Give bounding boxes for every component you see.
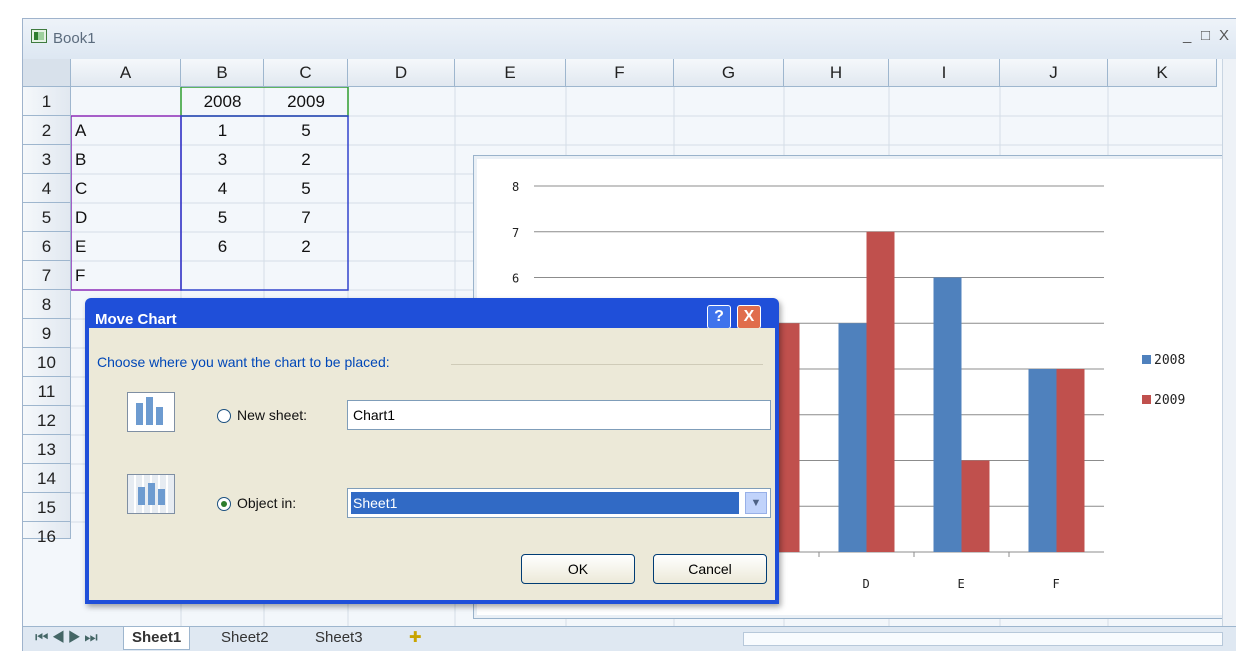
legend-swatch-2009 [1142,395,1151,404]
sheet-nav-arrows[interactable]: ⏮◀▶⏭ [27,627,109,649]
row-header-7[interactable]: 7 [23,261,71,290]
title-bar: Book1 _ □ X [23,19,1236,59]
cell-a5[interactable]: D [75,203,175,232]
cell-b1[interactable]: 2008 [181,87,264,116]
column-header-d[interactable]: D [348,59,455,87]
window-title: Book1 [53,30,96,47]
bar-2008-D [838,323,867,552]
insert-sheet-icon[interactable]: ✚ [401,627,430,649]
row-header-14[interactable]: 14 [23,464,71,493]
object-in-radio[interactable] [217,497,231,511]
row-header-5[interactable]: 5 [23,203,71,232]
row-header-10[interactable]: 10 [23,348,71,377]
column-header-a[interactable]: A [71,59,181,87]
move-chart-dialog: Move Chart ? X Choose where you want the… [85,298,779,604]
select-all-corner[interactable] [23,59,71,87]
cell-c1[interactable]: 2009 [264,87,348,116]
vertical-scrollbar[interactable] [1222,59,1236,629]
cell-c2[interactable]: 5 [264,116,348,145]
bar-2008-F [1028,369,1057,552]
cell-a2[interactable]: A [75,116,175,145]
close-window-button[interactable]: X [1219,27,1229,44]
column-header-h[interactable]: H [784,59,889,87]
column-header-c[interactable]: C [264,59,348,87]
tab-sheet1[interactable]: Sheet1 [123,627,191,650]
column-header-k[interactable]: K [1108,59,1217,87]
x-tick-label: E [958,577,965,591]
ok-button[interactable]: OK [521,554,635,584]
row-header-12[interactable]: 12 [23,406,71,435]
cell-b5[interactable]: 5 [181,203,264,232]
row-header-11[interactable]: 11 [23,377,71,406]
legend-swatch-2008 [1142,355,1151,364]
column-header-i[interactable]: I [889,59,1000,87]
object-in-selected-value: Sheet1 [351,492,739,514]
group-divider [451,364,763,365]
horizontal-scrollbar[interactable] [743,632,1223,646]
y-tick-label: 6 [512,272,519,286]
chevron-down-icon[interactable]: ▼ [745,492,767,514]
new-sheet-radio[interactable] [217,409,231,423]
row-header-15[interactable]: 15 [23,493,71,522]
bar-2009-D [866,231,895,552]
new-sheet-label: New sheet: [237,407,308,423]
cell-b3[interactable]: 3 [181,145,264,174]
new-sheet-name-input[interactable]: Chart1 [347,400,771,430]
cell-c3[interactable]: 2 [264,145,348,174]
column-header-e[interactable]: E [455,59,566,87]
row-header-2[interactable]: 2 [23,116,71,145]
column-header-g[interactable]: G [674,59,784,87]
new-sheet-chart-icon [127,392,175,432]
object-in-label: Object in: [237,495,297,511]
column-header-b[interactable]: B [181,59,264,87]
row-header-9[interactable]: 9 [23,319,71,348]
column-header-f[interactable]: F [566,59,674,87]
y-tick-label: 7 [512,226,519,240]
row-header-8[interactable]: 8 [23,290,71,319]
row-header-13[interactable]: 13 [23,435,71,464]
minimize-button[interactable]: _ [1183,27,1191,44]
excel-workbook-icon [31,29,47,43]
placement-group-label: Choose where you want the chart to be pl… [97,354,390,370]
cell-b4[interactable]: 4 [181,174,264,203]
tab-sheet3[interactable]: Sheet3 [307,627,371,649]
cancel-button[interactable]: Cancel [653,554,767,584]
cell-a6[interactable]: E [75,232,175,261]
tab-sheet2[interactable]: Sheet2 [213,627,277,649]
cell-c6[interactable]: 2 [264,232,348,261]
column-header-j[interactable]: J [1000,59,1108,87]
cell-c5[interactable]: 7 [264,203,348,232]
cell-b2[interactable]: 1 [181,116,264,145]
y-tick-label: 8 [512,180,519,194]
bar-2009-E [961,460,990,552]
legend-label-2008: 2008 [1154,353,1185,368]
row-header-3[interactable]: 3 [23,145,71,174]
dialog-body: Choose where you want the chart to be pl… [89,328,775,600]
cell-a7[interactable]: F [75,261,175,290]
help-button[interactable]: ? [707,305,731,329]
legend-label-2009: 2009 [1154,393,1185,408]
x-tick-label: D [863,577,870,591]
cell-a3[interactable]: B [75,145,175,174]
cell-c4[interactable]: 5 [264,174,348,203]
cell-b6[interactable]: 6 [181,232,264,261]
dialog-close-button[interactable]: X [737,305,761,329]
sheet-tab-bar: ⏮◀▶⏭ Sheet1 Sheet2 Sheet3 ✚ [23,626,1236,651]
dialog-title: Move Chart [95,311,177,328]
object-in-chart-icon [127,474,175,514]
bar-2008-E [933,277,962,552]
row-header-4[interactable]: 4 [23,174,71,203]
row-header-1[interactable]: 1 [23,87,71,116]
bar-2009-F [1056,369,1085,552]
row-header-6[interactable]: 6 [23,232,71,261]
cell-a4[interactable]: C [75,174,175,203]
object-in-select[interactable]: Sheet1 ▼ [347,488,771,518]
x-tick-label: F [1053,577,1060,591]
restore-button[interactable]: □ [1201,27,1210,44]
row-header-16[interactable]: 16 [23,522,71,546]
